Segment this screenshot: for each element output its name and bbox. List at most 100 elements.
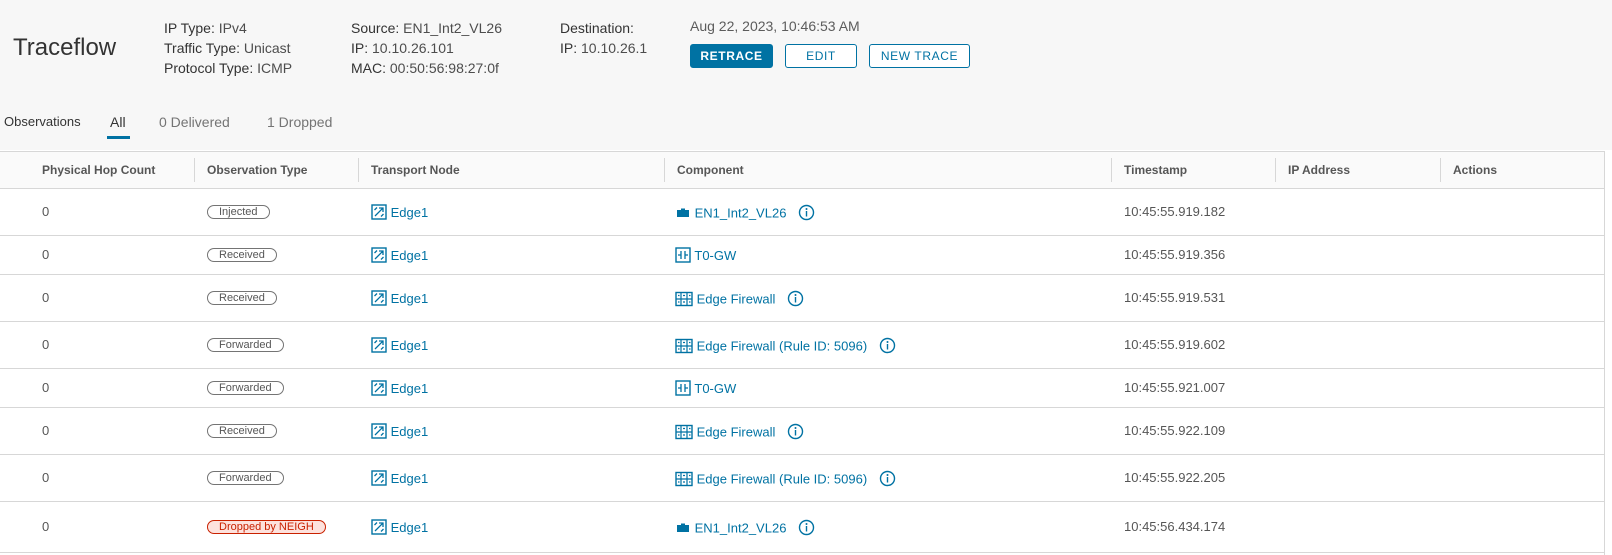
column-header-actions[interactable]: Actions bbox=[1453, 152, 1497, 188]
transport-node-name: Edge1 bbox=[390, 470, 429, 486]
firewall-icon bbox=[675, 338, 693, 357]
component-link[interactable]: Edge Firewall (Rule ID: 5096) bbox=[675, 470, 896, 490]
page-title: Traceflow bbox=[13, 34, 117, 61]
source-label: Source: bbox=[351, 20, 400, 36]
transport-node-name: Edge1 bbox=[390, 423, 429, 439]
info-icon[interactable] bbox=[879, 337, 896, 357]
table-row[interactable]: 0 Injected Edge1 EN1_Int2_VL26 10:45:55.9… bbox=[0, 189, 1604, 236]
observations-table: Physical Hop Count Observation Type Tran… bbox=[0, 151, 1605, 555]
column-header-transport-node[interactable]: Transport Node bbox=[371, 152, 460, 188]
component-name: EN1_Int2_VL26 bbox=[694, 520, 787, 536]
column-header-timestamp[interactable]: Timestamp bbox=[1124, 152, 1187, 188]
component-link[interactable]: Edge Firewall bbox=[675, 290, 804, 310]
timestamp: 10:45:55.921.007 bbox=[1124, 380, 1226, 395]
transport-node-link[interactable]: Edge1 bbox=[371, 470, 428, 489]
timestamp: 10:45:56.434.174 bbox=[1124, 519, 1226, 534]
timestamp: 10:45:55.922.109 bbox=[1124, 423, 1226, 438]
component-link[interactable]: EN1_Int2_VL26 bbox=[675, 519, 815, 539]
column-header-component[interactable]: Component bbox=[677, 152, 744, 188]
transport-node-name: Edge1 bbox=[390, 337, 429, 353]
destination-ip-value: 10.10.26.1 bbox=[581, 40, 648, 56]
transport-node-name: Edge1 bbox=[390, 247, 429, 263]
component-name: T0-GW bbox=[694, 380, 737, 396]
info-icon[interactable] bbox=[798, 204, 815, 224]
transport-node-icon bbox=[371, 290, 387, 309]
new-trace-button[interactable]: NEW TRACE bbox=[869, 44, 970, 68]
transport-node-link[interactable]: Edge1 bbox=[371, 519, 428, 538]
transport-node-icon bbox=[371, 337, 387, 356]
table-row[interactable]: 0 Received Edge1 T0-GW 10:45:55.919.356 bbox=[0, 236, 1604, 275]
observation-type-badge: Received bbox=[207, 424, 277, 438]
transport-node-link[interactable]: Edge1 bbox=[371, 290, 428, 309]
source-mac-value: 00:50:56:98:27:0f bbox=[389, 60, 499, 76]
router-icon bbox=[675, 380, 691, 399]
firewall-icon bbox=[675, 291, 693, 310]
edit-button[interactable]: EDIT bbox=[785, 44, 857, 68]
column-header-hop-count[interactable]: Physical Hop Count bbox=[42, 152, 155, 188]
traceflow-header: Traceflow IP Type: IPv4 Traffic Type: Un… bbox=[0, 0, 1612, 150]
component-name: Edge Firewall (Rule ID: 5096) bbox=[696, 338, 868, 354]
ip-type-value: IPv4 bbox=[218, 20, 247, 36]
traffic-type-value: Unicast bbox=[243, 40, 291, 56]
column-header-ip-address[interactable]: IP Address bbox=[1288, 152, 1350, 188]
info-icon[interactable] bbox=[798, 519, 815, 539]
trace-datetime: Aug 22, 2023, 10:46:53 AM bbox=[690, 18, 860, 34]
observation-type-badge: Forwarded bbox=[207, 381, 284, 395]
table-row[interactable]: 0 Received Edge1 Edge Firewall 10:45:55.9… bbox=[0, 275, 1604, 322]
retrace-button[interactable]: RETRACE bbox=[690, 44, 773, 68]
trace-type-info: IP Type: IPv4 Traffic Type: Unicast Prot… bbox=[164, 18, 292, 78]
component-link[interactable]: T0-GW bbox=[675, 247, 736, 266]
tab-dropped[interactable]: 1 Dropped bbox=[267, 114, 332, 130]
active-tab-indicator bbox=[107, 136, 130, 139]
observation-type-badge: Dropped by NEIGH bbox=[207, 520, 326, 534]
column-divider[interactable] bbox=[1111, 158, 1112, 182]
transport-node-icon bbox=[371, 470, 387, 489]
vnic-icon bbox=[675, 205, 691, 224]
observation-type-badge: Received bbox=[207, 248, 277, 262]
hop-count: 0 bbox=[42, 204, 50, 219]
tab-all[interactable]: All bbox=[110, 114, 126, 130]
transport-node-link[interactable]: Edge1 bbox=[371, 204, 428, 223]
source-value: EN1_Int2_VL26 bbox=[403, 20, 502, 36]
column-divider[interactable] bbox=[1440, 158, 1441, 182]
hop-count: 0 bbox=[42, 380, 50, 395]
tab-delivered[interactable]: 0 Delivered bbox=[159, 114, 230, 130]
hop-count: 0 bbox=[42, 337, 50, 352]
transport-node-link[interactable]: Edge1 bbox=[371, 337, 428, 356]
info-icon[interactable] bbox=[879, 470, 896, 490]
table-row[interactable]: 0 Forwarded Edge1 Edge Firewall (Rule ID:… bbox=[0, 455, 1604, 502]
hop-count: 0 bbox=[42, 519, 50, 534]
component-link[interactable]: Edge Firewall (Rule ID: 5096) bbox=[675, 337, 896, 357]
component-name: Edge Firewall bbox=[696, 291, 776, 307]
hop-count: 0 bbox=[42, 423, 50, 438]
transport-node-icon bbox=[371, 247, 387, 266]
destination-ip-label: IP: bbox=[560, 40, 578, 56]
transport-node-link[interactable]: Edge1 bbox=[371, 423, 428, 442]
column-divider[interactable] bbox=[664, 158, 665, 182]
table-row[interactable]: 0 Forwarded Edge1 Edge Firewall (Rule ID:… bbox=[0, 322, 1604, 369]
observation-type-badge: Forwarded bbox=[207, 338, 284, 352]
component-link[interactable]: T0-GW bbox=[675, 380, 736, 399]
table-row[interactable]: 0 Dropped by NEIGH Edge1 EN1_Int2_VL26 10… bbox=[0, 502, 1604, 553]
protocol-type-value: ICMP bbox=[257, 60, 293, 76]
component-link[interactable]: Edge Firewall bbox=[675, 423, 804, 443]
column-divider[interactable] bbox=[1275, 158, 1276, 182]
source-ip-label: IP: bbox=[351, 40, 369, 56]
component-name: Edge Firewall bbox=[696, 424, 776, 440]
table-row[interactable]: 0 Forwarded Edge1 T0-GW 10:45:55.921.007 bbox=[0, 369, 1604, 408]
info-icon[interactable] bbox=[787, 290, 804, 310]
table-row[interactable]: 0 Received Edge1 Edge Firewall 10:45:55.9… bbox=[0, 408, 1604, 455]
timestamp: 10:45:55.919.182 bbox=[1124, 204, 1226, 219]
transport-node-link[interactable]: Edge1 bbox=[371, 247, 428, 266]
transport-node-link[interactable]: Edge1 bbox=[371, 380, 428, 399]
ip-type-label: IP Type: bbox=[164, 20, 215, 36]
table-header: Physical Hop Count Observation Type Tran… bbox=[0, 152, 1604, 189]
column-divider[interactable] bbox=[194, 158, 195, 182]
observations-label: Observations bbox=[4, 114, 81, 129]
column-header-observation-type[interactable]: Observation Type bbox=[207, 152, 307, 188]
transport-node-name: Edge1 bbox=[390, 380, 429, 396]
info-icon[interactable] bbox=[787, 423, 804, 443]
component-link[interactable]: EN1_Int2_VL26 bbox=[675, 204, 815, 224]
source-mac-label: MAC: bbox=[351, 60, 386, 76]
column-divider[interactable] bbox=[358, 158, 359, 182]
